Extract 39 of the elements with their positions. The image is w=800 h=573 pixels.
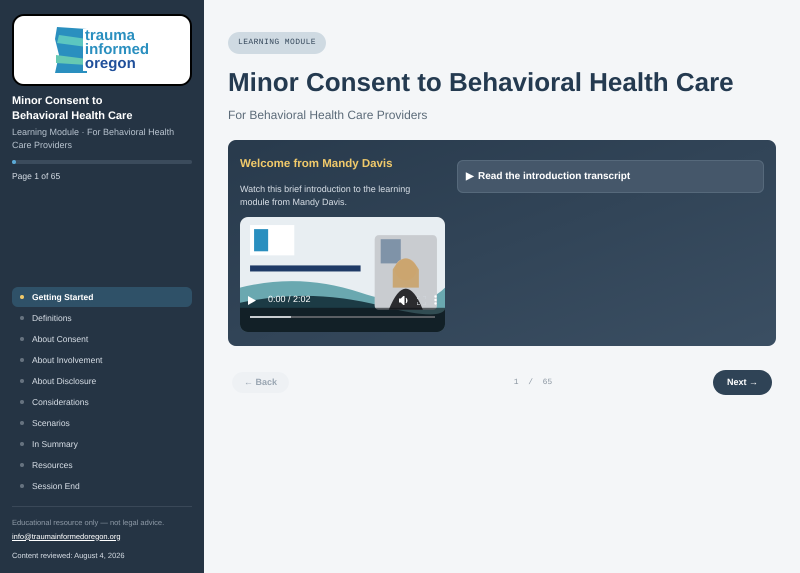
nav-item[interactable]: About Involvement	[12, 350, 192, 370]
nav-item[interactable]: In Summary	[12, 434, 192, 454]
card-heading: Welcome from Mandy Davis	[240, 157, 394, 172]
page-subtitle: For Behavioral Health Care Providers	[228, 107, 428, 124]
nav-item[interactable]: Considerations	[12, 392, 192, 412]
bullet-icon	[20, 400, 24, 404]
nav-item[interactable]: About Consent	[12, 329, 192, 350]
page-title: Minor Consent to Behavioral Health Care	[228, 66, 735, 98]
card-text: Watch this brief introduction to the learning module from Mandy Davis.	[240, 183, 412, 210]
bullet-icon	[20, 337, 24, 342]
video-scrubber[interactable]	[250, 316, 435, 318]
play-icon[interactable]	[248, 296, 256, 304]
nav-item[interactable]: Resources	[12, 455, 192, 476]
bullet-icon	[20, 421, 24, 426]
map-icon	[52, 25, 87, 75]
module-badge: LEARNING MODULE	[228, 32, 326, 54]
bullet-icon	[20, 463, 24, 468]
next-button[interactable]: Next →	[712, 370, 772, 395]
bullet-icon	[20, 379, 24, 384]
logo-text: informed	[82, 43, 152, 57]
nav-item[interactable]: Scenarios	[12, 413, 192, 434]
volume-icon[interactable]	[399, 296, 409, 304]
bullet-icon	[20, 358, 24, 362]
page-label: Page 1 of 65	[12, 170, 62, 183]
bullet-icon	[20, 442, 24, 446]
bullet-icon	[20, 316, 24, 320]
video-player[interactable]: 0:00 / 2:02	[240, 217, 445, 332]
bullet-icon	[20, 295, 24, 300]
course-subtitle: Learning Module · For Behavioral Health Care Providers	[12, 126, 176, 152]
video-time: 0:00 / 2:02	[268, 293, 311, 306]
bullet-icon	[20, 484, 24, 488]
course-title: Minor Consent to Behavioral Health Care	[12, 94, 134, 124]
page-counter: 1 / 65	[514, 376, 552, 388]
transcript-toggle[interactable]: ▶ Read the introduction transcript	[457, 160, 764, 193]
nav-item[interactable]: About Disclosure	[12, 371, 192, 392]
nav-item[interactable]: Getting Started	[12, 287, 192, 308]
nav-item[interactable]: Session End	[12, 476, 192, 496]
fullscreen-icon[interactable]	[417, 296, 426, 304]
nav-item[interactable]: Definitions	[12, 308, 192, 328]
